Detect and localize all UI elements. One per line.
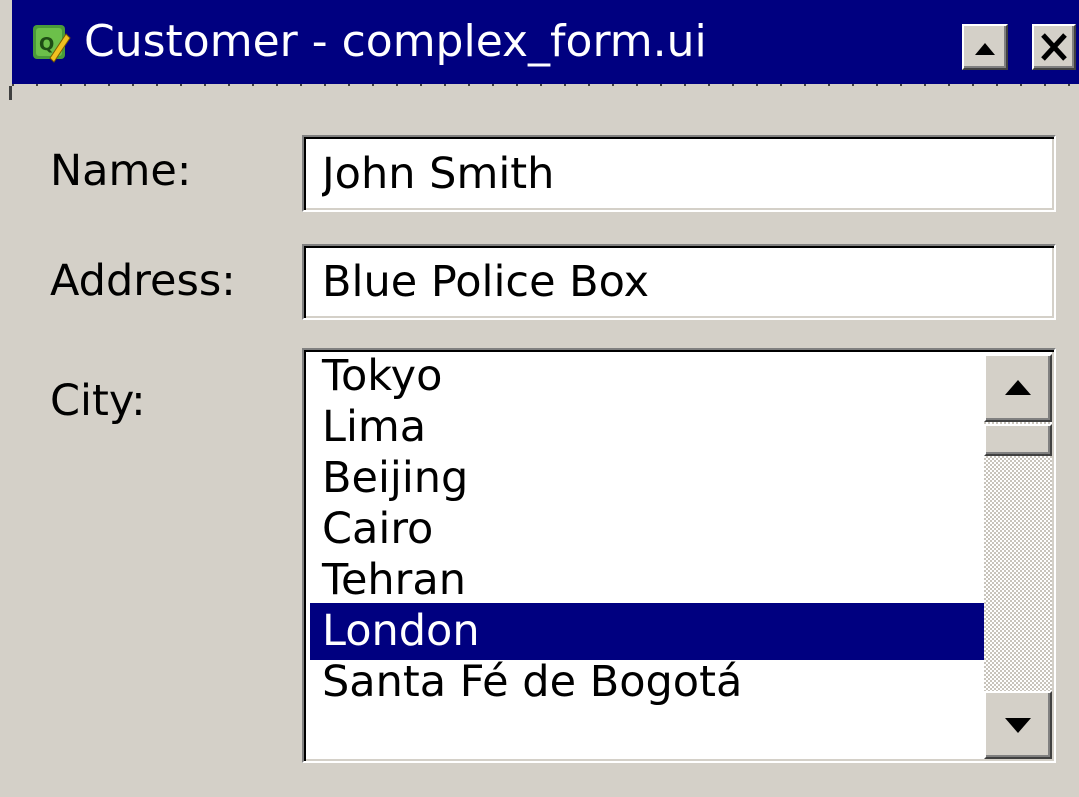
list-item[interactable]: Lima — [310, 399, 986, 456]
title-divider — [12, 84, 1079, 86]
resize-corner-mark — [9, 86, 12, 100]
svg-text:Q: Q — [39, 34, 54, 55]
window-title: Customer - complex_form.ui — [84, 16, 707, 67]
list-item-selected[interactable]: London — [310, 603, 986, 660]
city-list-items: Tokyo Lima Beijing Cairo Tehran London S… — [310, 356, 986, 756]
arrow-up-icon — [1005, 380, 1031, 395]
shade-button[interactable] — [962, 24, 1008, 70]
arrow-down-icon — [1005, 718, 1031, 733]
name-input[interactable] — [310, 141, 1048, 206]
list-item[interactable]: Tehran — [310, 552, 986, 609]
scroll-down-button[interactable] — [984, 691, 1052, 759]
name-field[interactable] — [302, 135, 1056, 212]
list-item[interactable]: Santa Fé de Bogotá — [310, 654, 986, 711]
title-bar[interactable]: Q Customer - complex_form.ui — [12, 0, 1079, 84]
list-item[interactable]: Cairo — [310, 501, 986, 558]
qt-designer-icon: Q — [32, 24, 72, 64]
close-icon — [1041, 33, 1067, 61]
city-listbox[interactable]: Tokyo Lima Beijing Cairo Tehran London S… — [302, 348, 1056, 763]
name-label: Name: — [50, 146, 192, 196]
address-input[interactable] — [310, 250, 1048, 314]
address-label: Address: — [50, 256, 236, 306]
scroll-up-button[interactable] — [984, 354, 1052, 422]
city-list-scrollbar[interactable] — [984, 354, 1052, 759]
address-field[interactable] — [302, 244, 1056, 320]
shade-up-icon — [975, 43, 995, 55]
list-item[interactable]: Tokyo — [310, 356, 986, 405]
city-label: City: — [50, 376, 146, 426]
close-button[interactable] — [1032, 24, 1076, 70]
scroll-thumb[interactable] — [984, 424, 1052, 456]
list-item[interactable]: Beijing — [310, 450, 986, 507]
